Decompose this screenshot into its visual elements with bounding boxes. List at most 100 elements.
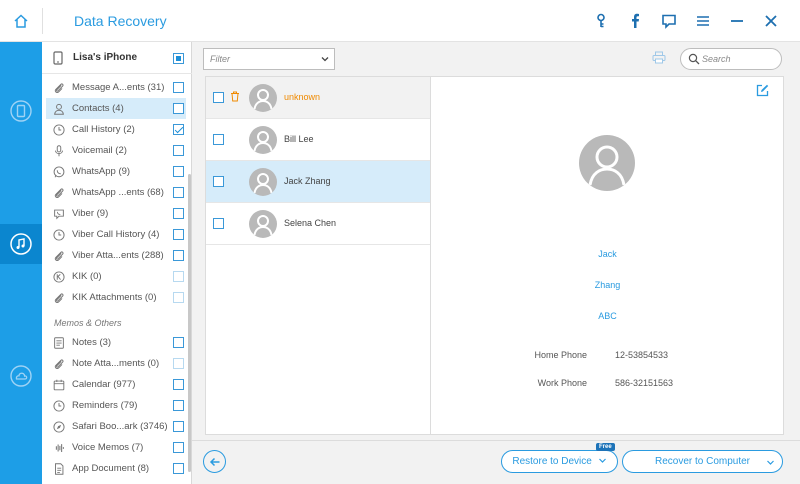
filter-select[interactable]: Filter [203,48,335,70]
printer-icon [652,51,666,64]
category-checkbox[interactable] [173,379,184,390]
free-badge: Free [596,443,615,451]
category-checkbox[interactable] [173,337,184,348]
contact-company: ABC [598,311,617,321]
category-item[interactable]: WhatsApp ...ents (68) [46,182,186,203]
category-item[interactable]: Note Atta...ments (0) [46,353,186,374]
back-button[interactable] [203,450,226,473]
contact-row[interactable]: Jack Zhang [206,161,430,203]
print-button[interactable] [652,51,666,67]
category-checkbox[interactable] [173,124,184,135]
search-box[interactable]: Search [680,48,782,70]
note-icon [51,335,67,351]
paperclip-icon [51,356,67,372]
contact-row[interactable]: Selena Chen [206,203,430,245]
category-checkbox[interactable] [173,463,184,474]
category-item[interactable]: Viber Atta...ents (288) [46,245,186,266]
category-checkbox[interactable] [173,271,184,282]
field-label-home-phone: Home Phone [534,350,587,360]
category-item[interactable]: Reminders (79) [46,395,186,416]
close-icon[interactable] [754,0,788,42]
contact-row[interactable]: unknown [206,77,430,119]
search-input[interactable]: Search [702,54,731,64]
category-label: Viber Atta...ents (288) [72,250,164,261]
category-item[interactable]: Viber (9) [46,203,186,224]
minimize-icon[interactable] [720,0,754,42]
select-all-checkbox[interactable] [173,53,184,64]
category-item[interactable]: Message A...ents (31) [46,77,186,98]
category-item[interactable]: Viber Call History (4) [46,224,186,245]
category-item[interactable]: WhatsApp (9) [46,161,186,182]
category-label: Contacts (4) [72,103,124,114]
category-checkbox[interactable] [173,292,184,303]
trash-icon [230,91,240,105]
category-item[interactable]: Voicemail (2) [46,140,186,161]
contact-checkbox[interactable] [213,92,224,103]
category-checkbox[interactable] [173,187,184,198]
category-checkbox[interactable] [173,229,184,240]
phone-recover-icon [10,100,32,122]
app-title: Data Recovery [74,13,167,29]
feedback-icon[interactable] [652,0,686,42]
person-icon [253,89,273,110]
category-label: Safari Boo...ark (3746) [72,421,168,432]
category-checkbox[interactable] [173,208,184,219]
category-checkbox[interactable] [173,442,184,453]
category-label: WhatsApp ...ents (68) [72,187,164,198]
device-header: Lisa's iPhone [42,42,192,74]
category-checkbox[interactable] [173,358,184,369]
category-checkbox[interactable] [173,400,184,411]
category-checkbox[interactable] [173,145,184,156]
microphone-icon [51,143,67,159]
edit-button[interactable] [756,84,769,100]
category-item[interactable]: KIK (0) [46,266,186,287]
contact-checkbox[interactable] [213,218,224,229]
category-checkbox[interactable] [173,421,184,432]
clock-icon [51,398,67,414]
recover-to-computer-button[interactable]: Recover to Computer [622,450,783,473]
category-checkbox[interactable] [173,166,184,177]
rail-icloud-recovery[interactable] [0,356,42,396]
category-label: Reminders (79) [72,400,138,411]
category-item[interactable]: Contacts (4) [46,98,186,119]
window-controls [584,0,788,42]
key-icon[interactable] [584,0,618,42]
facebook-icon[interactable] [618,0,652,42]
field-value-work-phone: 586-32151563 [615,378,674,388]
compass-icon [51,419,67,435]
restore-to-device-button[interactable]: Restore to Device [501,450,618,473]
category-label: Viber Call History (4) [72,229,160,240]
contact-avatar-small [249,84,277,112]
category-item[interactable]: App Document (8) [46,458,186,479]
clock-icon [51,122,67,138]
contact-checkbox[interactable] [213,176,224,187]
title-separator [42,8,43,34]
contact-list: unknown Bill Lee Jack Zhang Selena Chen [205,76,431,435]
chevron-down-icon [767,460,774,465]
category-checkbox[interactable] [173,103,184,114]
category-item[interactable]: Voice Memos (7) [46,437,186,458]
contact-last-name: Zhang [594,280,621,290]
category-item[interactable]: KIK Attachments (0) [46,287,186,308]
home-icon [14,14,28,28]
category-item[interactable]: Notes (3) [46,332,186,353]
contact-checkbox[interactable] [213,134,224,145]
category-item[interactable]: Safari Boo...ark (3746) [46,416,186,437]
rail-device-recovery[interactable] [0,91,42,131]
category-label: Notes (3) [72,337,112,348]
menu-icon[interactable] [686,0,720,42]
home-button[interactable] [0,0,42,42]
category-item[interactable]: Calendar (977) [46,374,186,395]
rail-itunes-recovery[interactable] [0,224,42,264]
calendar-icon [51,377,67,393]
cloud-recover-icon [10,365,32,387]
viber-icon [51,206,67,222]
category-checkbox[interactable] [173,250,184,261]
category-item[interactable]: Call History (2) [46,119,186,140]
category-checkbox[interactable] [173,82,184,93]
category-scrollbar[interactable] [188,174,191,472]
person-icon [51,101,67,117]
toolbar: Filter Search [192,42,800,75]
contact-row[interactable]: Bill Lee [206,119,430,161]
paperclip-icon [51,290,67,306]
